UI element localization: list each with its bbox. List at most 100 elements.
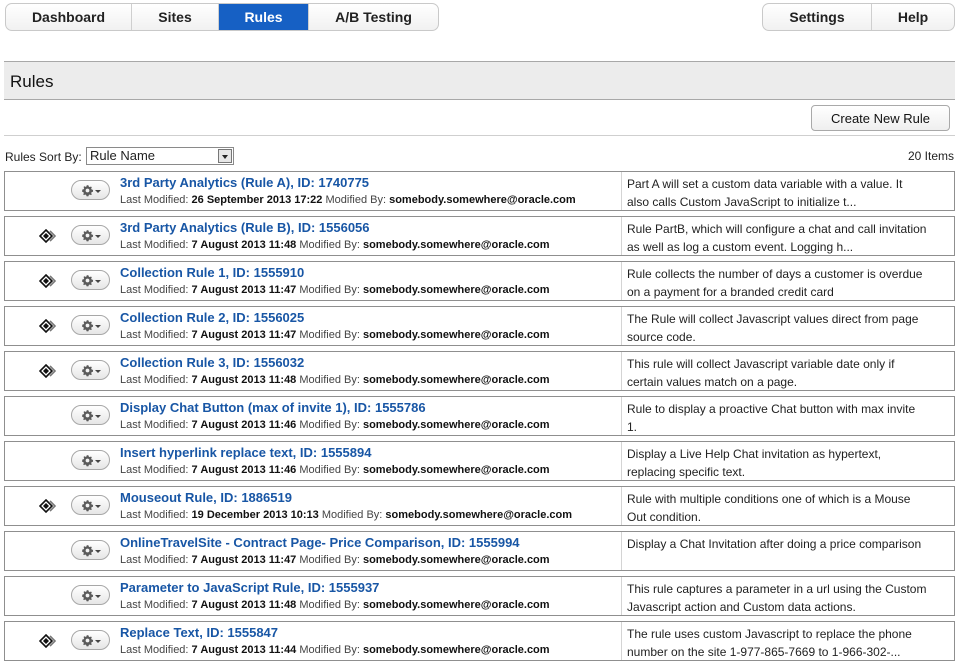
modified-by-user: somebody.somewhere@oracle.com: [362, 284, 550, 296]
column-divider: [621, 397, 622, 435]
modified-by-user: somebody.somewhere@oracle.com: [385, 509, 573, 521]
rule-name-link[interactable]: Insert hyperlink replace text, ID: 15558…: [120, 445, 371, 460]
rule-actions-button[interactable]: [71, 540, 110, 560]
tab-ab-testing[interactable]: A/B Testing: [309, 4, 438, 30]
column-divider: [621, 442, 622, 480]
rule-description: Display a Chat Invitation after doing a …: [627, 537, 922, 551]
modified-by-label: Modified By:: [299, 329, 360, 341]
gear-icon: [81, 589, 93, 601]
rule-name-link[interactable]: Display Chat Button (max of invite 1), I…: [120, 400, 426, 415]
rule-actions-button[interactable]: [71, 585, 110, 605]
gear-icon: [81, 499, 93, 511]
modified-by-user: somebody.somewhere@oracle.com: [362, 644, 550, 656]
section-header: Rules: [4, 61, 955, 100]
modified-by-label: Modified By:: [299, 374, 360, 386]
last-modified-label: Last Modified:: [120, 194, 189, 206]
rule-row: 3rd Party Analytics (Rule A), ID: 174077…: [4, 171, 955, 211]
main-nav-tabs: Dashboard Sites Rules A/B Testing: [5, 3, 439, 31]
rule-name-link[interactable]: Parameter to JavaScript Rule, ID: 155593…: [120, 580, 379, 595]
rule-row: Collection Rule 3, ID: 1556032 Last Modi…: [4, 351, 955, 391]
rule-description: Rule with multiple conditions one of whi…: [627, 492, 911, 524]
rule-actions-button[interactable]: [71, 450, 110, 470]
rule-name-link[interactable]: Replace Text, ID: 1555847: [120, 625, 278, 640]
utility-nav-tabs: Settings Help: [762, 3, 955, 31]
create-new-rule-button[interactable]: Create New Rule: [811, 105, 950, 131]
column-divider: [621, 262, 622, 300]
chevron-down-icon: [94, 234, 101, 238]
last-modified-label: Last Modified:: [120, 509, 189, 521]
rule-description: Rule to display a proactive Chat button …: [627, 402, 916, 434]
rule-meta: Last Modified: 7 August 2013 11:48 Modif…: [120, 374, 550, 386]
item-count: 20 Items: [907, 149, 954, 163]
rule-name-link[interactable]: 3rd Party Analytics (Rule B), ID: 155605…: [120, 220, 370, 235]
column-divider: [621, 532, 622, 570]
chevron-down-icon: [94, 459, 101, 463]
modified-by-user: somebody.somewhere@oracle.com: [389, 194, 576, 206]
rule-row: Collection Rule 1, ID: 1555910 Last Modi…: [4, 261, 955, 301]
modified-by-label: Modified By:: [299, 284, 360, 296]
last-modified-label: Last Modified:: [120, 374, 189, 386]
tab-rules[interactable]: Rules: [219, 4, 309, 30]
rule-actions-button[interactable]: [71, 630, 110, 650]
modified-by-label: Modified By:: [299, 599, 360, 611]
last-modified-date: 7 August 2013 11:47: [191, 329, 297, 341]
sort-select[interactable]: Rule Name: [86, 147, 234, 165]
last-modified-label: Last Modified:: [120, 599, 189, 611]
rule-description: This rule will collect Javascript variab…: [627, 357, 895, 389]
last-modified-date: 7 August 2013 11:48: [191, 374, 297, 386]
column-divider: [621, 577, 622, 615]
chevron-down-icon: [94, 504, 101, 508]
rule-actions-button[interactable]: [71, 315, 110, 335]
chevron-down-icon: [94, 414, 101, 418]
rule-row: Parameter to JavaScript Rule, ID: 155593…: [4, 576, 955, 616]
tab-sites[interactable]: Sites: [132, 4, 219, 30]
rule-actions-button[interactable]: [71, 225, 110, 245]
rule-name-link[interactable]: Collection Rule 2, ID: 1556025: [120, 310, 304, 325]
rule-name-link[interactable]: Collection Rule 3, ID: 1556032: [120, 355, 304, 370]
rule-row: Display Chat Button (max of invite 1), I…: [4, 396, 955, 436]
modified-by-label: Modified By:: [299, 464, 360, 476]
last-modified-date: 26 September 2013 17:22: [191, 194, 323, 206]
page-title: Rules: [10, 72, 54, 91]
rule-actions-button[interactable]: [71, 495, 110, 515]
column-divider: [621, 307, 622, 345]
last-modified-label: Last Modified:: [120, 284, 189, 296]
last-modified-date: 7 August 2013 11:44: [191, 644, 297, 656]
rule-status-icon: [38, 633, 59, 649]
rule-meta: Last Modified: 26 September 2013 17:22 M…: [120, 194, 576, 206]
rule-meta: Last Modified: 19 December 2013 10:13 Mo…: [120, 509, 572, 521]
modified-by-user: somebody.somewhere@oracle.com: [362, 554, 550, 566]
tab-dashboard[interactable]: Dashboard: [6, 4, 132, 30]
gear-icon: [81, 229, 93, 241]
column-divider: [621, 352, 622, 390]
rule-meta: Last Modified: 7 August 2013 11:47 Modif…: [120, 284, 550, 296]
rule-meta: Last Modified: 7 August 2013 11:48 Modif…: [120, 239, 550, 251]
chevron-down-icon: [94, 279, 101, 283]
rule-actions-button[interactable]: [71, 405, 110, 425]
rule-meta: Last Modified: 7 August 2013 11:46 Modif…: [120, 464, 550, 476]
rule-name-link[interactable]: Collection Rule 1, ID: 1555910: [120, 265, 304, 280]
rule-actions-button[interactable]: [71, 360, 110, 380]
last-modified-date: 7 August 2013 11:46: [191, 464, 297, 476]
last-modified-label: Last Modified:: [120, 419, 189, 431]
rule-description: Display a Live Help Chat invitation as h…: [627, 447, 882, 479]
rule-meta: Last Modified: 7 August 2013 11:47 Modif…: [120, 554, 550, 566]
settings-button[interactable]: Settings: [763, 4, 872, 30]
rule-status-icon: [38, 318, 59, 334]
help-button[interactable]: Help: [872, 4, 954, 30]
rule-actions-button[interactable]: [71, 270, 110, 290]
chevron-down-icon[interactable]: [218, 149, 232, 163]
rule-actions-button[interactable]: [71, 180, 110, 200]
rule-meta: Last Modified: 7 August 2013 11:46 Modif…: [120, 419, 550, 431]
chevron-down-icon: [94, 594, 101, 598]
rule-meta: Last Modified: 7 August 2013 11:47 Modif…: [120, 329, 550, 341]
sort-label: Rules Sort By:: [5, 150, 82, 164]
rule-meta: Last Modified: 7 August 2013 11:48 Modif…: [120, 599, 550, 611]
rule-name-link[interactable]: 3rd Party Analytics (Rule A), ID: 174077…: [120, 175, 369, 190]
modified-by-label: Modified By:: [325, 194, 387, 206]
rule-name-link[interactable]: OnlineTravelSite - Contract Page- Price …: [120, 535, 520, 550]
last-modified-date: 7 August 2013 11:46: [191, 419, 297, 431]
modified-by-user: somebody.somewhere@oracle.com: [362, 239, 550, 251]
rule-name-link[interactable]: Mouseout Rule, ID: 1886519: [120, 490, 292, 505]
last-modified-label: Last Modified:: [120, 644, 189, 656]
